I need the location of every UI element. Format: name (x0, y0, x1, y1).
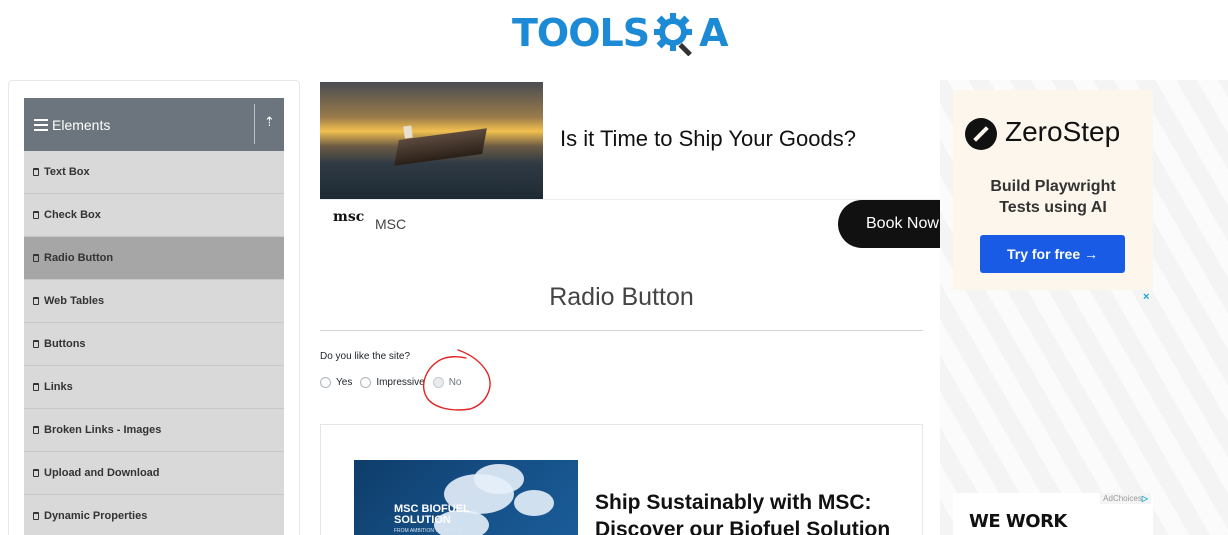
hamburger-icon (34, 118, 48, 131)
sidebar-item-web-tables[interactable]: Web Tables (24, 280, 284, 323)
bullet-icon (33, 512, 39, 520)
bullet-icon (33, 340, 39, 348)
msc-logo-icon: msc (333, 209, 365, 225)
msc-logo-text: msc (333, 209, 365, 225)
sidebar-group-title: Elements (52, 116, 111, 133)
sidebar-menu: Text Box Check Box Radio Button Web Tabl… (24, 151, 284, 535)
sidebar-item-label: Broken Links - Images (44, 424, 162, 436)
logo-text-a: A (699, 11, 728, 55)
bullet-icon (33, 469, 39, 477)
adchoices-badge[interactable]: AdChoices▷ (1100, 493, 1151, 504)
sidebar-item-label: Links (44, 381, 73, 393)
biofuel-image-title: MSC BIOFUEL SOLUTION (394, 503, 470, 526)
we-work-remotely-ad[interactable]: AdChoices▷ WE WORK REMOTELY (953, 493, 1153, 535)
sidebar-item-label: Buttons (44, 338, 86, 350)
adchoices-label: AdChoices (1103, 494, 1142, 503)
cloud-shape (474, 464, 524, 494)
adchoices-icon: ▷ (1141, 494, 1148, 503)
sidebar-item-label: Text Box (44, 166, 90, 178)
group-header-divider (254, 104, 255, 144)
sidebar-item-label: Check Box (44, 209, 101, 221)
sidebar-item-links[interactable]: Links (24, 366, 284, 409)
gear-magnifier-icon (654, 13, 693, 56)
sidebar-item-buttons[interactable]: Buttons (24, 323, 284, 366)
radio-no (432, 377, 444, 388)
sidebar-item-dynamic-properties[interactable]: Dynamic Properties (24, 495, 284, 535)
radio-option-impressive[interactable]: Impressive (360, 377, 425, 388)
close-ad-icon[interactable]: × (1143, 291, 1149, 303)
sidebar-item-label: Dynamic Properties (44, 510, 148, 522)
biofuel-image[interactable]: MSC BIOFUEL SOLUTION FROM AMBITION TO AC… (354, 460, 578, 535)
zerostep-ad[interactable]: ZeroStep Build Playwright Tests using AI… (953, 90, 1153, 290)
radio-label-yes[interactable]: Yes (336, 377, 352, 388)
sidebar-item-label: Radio Button (44, 252, 114, 264)
page-title: Radio Button (549, 283, 694, 311)
we-work-remotely-text: WE WORK REMOTELY (969, 511, 1071, 535)
ad-banner-top[interactable]: Is it Time to Ship Your Goods? msc MSC B… (320, 82, 958, 250)
ad-ship-image[interactable] (320, 82, 543, 199)
radio-group: Yes Impressive No (320, 377, 469, 388)
bullet-icon (33, 297, 39, 305)
ad-bottom-headline[interactable]: Ship Sustainably with MSC: Discover our … (595, 489, 915, 535)
bullet-icon (33, 383, 39, 391)
ad-headline[interactable]: Is it Time to Ship Your Goods? (560, 126, 856, 152)
sidebar-item-text-box[interactable]: Text Box (24, 151, 284, 194)
sidebar-item-label: Web Tables (44, 295, 105, 307)
bullet-icon (33, 426, 39, 434)
ad-advertiser[interactable]: MSC (375, 216, 406, 232)
radio-impressive[interactable] (360, 377, 372, 388)
bullet-icon (33, 168, 39, 176)
site-logo[interactable]: TOOLS A (512, 8, 732, 58)
sidebar-item-label: Upload and Download (44, 467, 160, 479)
logo-text-tools: TOOLS (512, 11, 650, 55)
sidebar-item-check-box[interactable]: Check Box (24, 194, 284, 237)
cloud-shape (514, 490, 554, 516)
sidebar-item-upload-and-download[interactable]: Upload and Download (24, 452, 284, 495)
title-divider (320, 330, 923, 331)
try-for-free-button[interactable]: Try for free → (980, 235, 1125, 273)
sidebar-group-elements[interactable]: Elements ⇡ (24, 98, 284, 151)
bullet-icon (33, 211, 39, 219)
biofuel-image-subtitle: FROM AMBITION TO ACTION (394, 528, 463, 534)
radio-option-yes[interactable]: Yes (320, 377, 352, 388)
bullet-icon (33, 254, 39, 262)
radio-label-no: No (448, 377, 462, 388)
sidebar-item-broken-links-images[interactable]: Broken Links - Images (24, 409, 284, 452)
ad-divider (320, 199, 940, 200)
zerostep-brand: ZeroStep (1005, 116, 1121, 147)
sidebar-item-radio-button[interactable]: Radio Button (24, 237, 284, 280)
radio-yes[interactable] (320, 377, 331, 388)
radio-question: Do you like the site? (320, 351, 411, 362)
zerostep-tagline: Build Playwright Tests using AI (990, 178, 1116, 216)
radio-label-impressive[interactable]: Impressive (376, 377, 424, 388)
ad-banner-bottom[interactable]: MSC BIOFUEL SOLUTION FROM AMBITION TO AC… (320, 424, 923, 535)
zerostep-logo-icon (965, 118, 997, 150)
radio-option-no: No (432, 377, 462, 388)
collapse-up-icon[interactable]: ⇡ (264, 114, 275, 130)
ship-stack (403, 125, 413, 139)
